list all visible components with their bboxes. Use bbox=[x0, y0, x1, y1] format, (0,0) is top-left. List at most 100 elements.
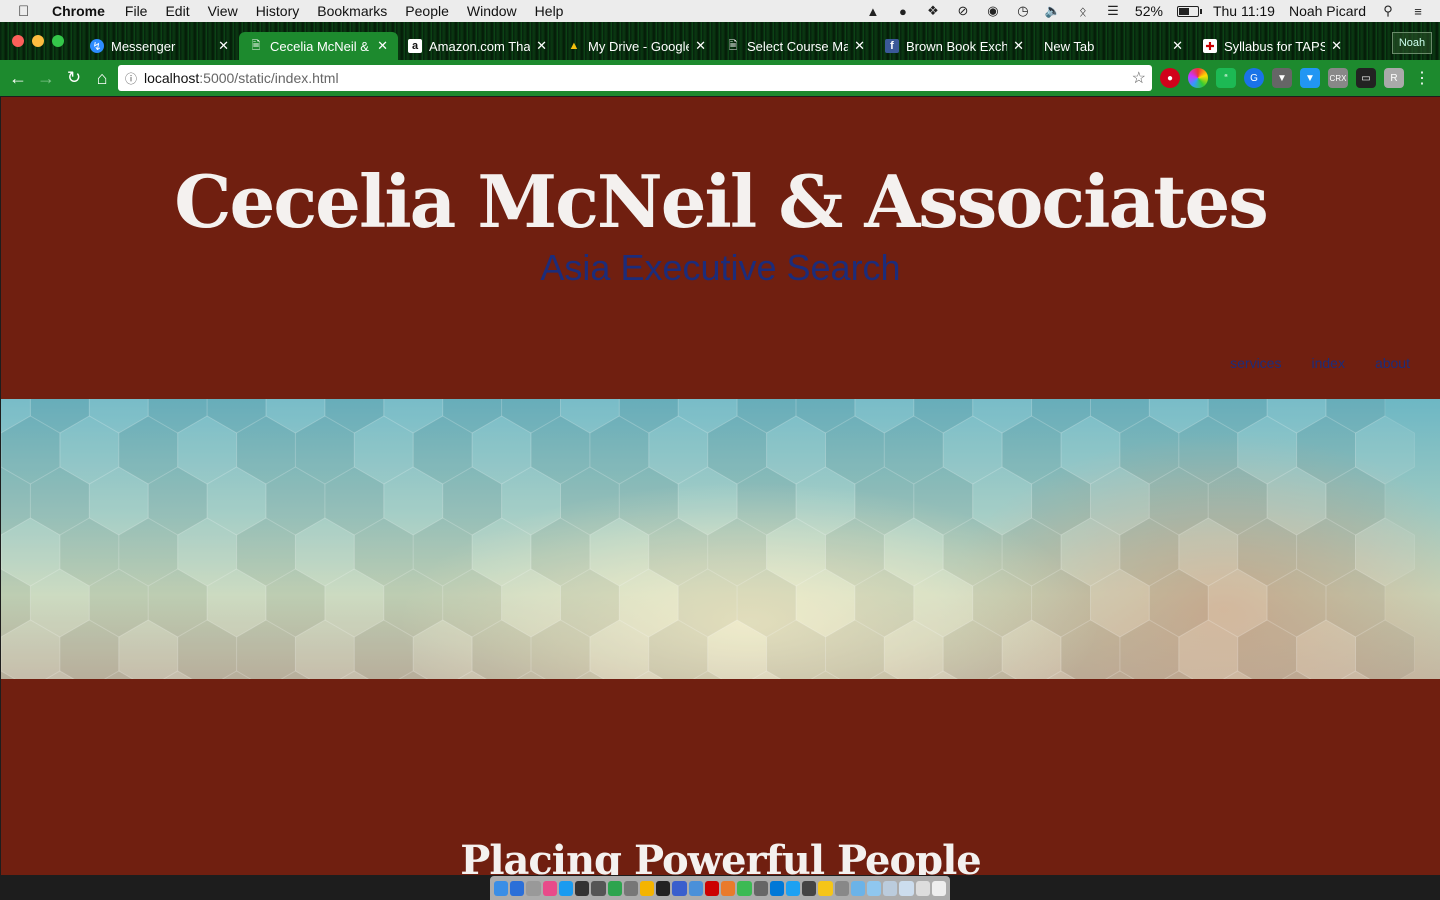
user-name[interactable]: Noah Picard bbox=[1289, 3, 1366, 19]
tab-title: New Tab bbox=[1044, 38, 1095, 54]
dock-app-icon[interactable] bbox=[818, 880, 833, 896]
dock-app-icon[interactable] bbox=[785, 880, 801, 896]
bluetooth-icon[interactable]: ᛟ bbox=[1075, 3, 1091, 19]
dock-app-icon[interactable] bbox=[672, 880, 687, 896]
dock-app-icon[interactable] bbox=[769, 880, 784, 896]
dock-app-icon[interactable] bbox=[883, 880, 898, 896]
home-icon[interactable]: ⌂ bbox=[88, 64, 116, 92]
dock-app-icon[interactable] bbox=[575, 880, 590, 896]
menu-file[interactable]: File bbox=[125, 3, 148, 19]
close-tab-icon[interactable]: ✕ bbox=[1172, 38, 1183, 54]
tab-cecelia-mcneil[interactable]: 🗎 Cecelia McNeil & A ✕ bbox=[239, 32, 398, 60]
battery-icon[interactable] bbox=[1176, 5, 1202, 17]
color-picker-extension-icon[interactable] bbox=[1188, 68, 1208, 88]
dock-app-icon[interactable] bbox=[688, 880, 703, 896]
tab-title: Cecelia McNeil & A bbox=[270, 38, 372, 54]
wifi-icon[interactable]: ☰ bbox=[1105, 3, 1121, 19]
dock-app-icon[interactable] bbox=[834, 880, 849, 896]
quote-extension-icon[interactable]: “ bbox=[1216, 68, 1236, 88]
dock-app-icon[interactable] bbox=[510, 880, 525, 896]
crx-extension-icon[interactable]: CRX bbox=[1328, 68, 1348, 88]
close-tab-icon[interactable]: ✕ bbox=[536, 38, 547, 54]
dock-app-icon[interactable] bbox=[623, 880, 638, 896]
nav-link-index[interactable]: index bbox=[1311, 355, 1344, 371]
dock-app-icon[interactable] bbox=[494, 880, 509, 896]
grammarly-extension-icon[interactable]: G bbox=[1244, 68, 1264, 88]
r-extension-icon[interactable]: R bbox=[1384, 68, 1404, 88]
amazon-icon: a bbox=[408, 39, 422, 53]
app-menu-chrome[interactable]: Chrome bbox=[52, 3, 105, 19]
tab-brown-book-exchange[interactable]: f Brown Book Excha ✕ bbox=[875, 32, 1034, 60]
menu-bookmarks[interactable]: Bookmarks bbox=[317, 3, 387, 19]
dock-app-icon[interactable] bbox=[931, 880, 947, 896]
volume-icon[interactable]: 🔈 bbox=[1045, 3, 1061, 19]
site-title: Cecelia McNeil & Associates bbox=[174, 159, 1269, 244]
dock-app-icon[interactable] bbox=[737, 880, 752, 896]
reload-icon[interactable]: ↻ bbox=[60, 64, 88, 92]
dock-app-icon[interactable] bbox=[607, 880, 622, 896]
nav-link-services[interactable]: services bbox=[1230, 355, 1281, 371]
dock-app-icon[interactable] bbox=[639, 880, 655, 896]
dock-app-icon[interactable] bbox=[526, 880, 541, 896]
bookmark-star-icon[interactable]: ☆ bbox=[1132, 68, 1146, 88]
dock-app-icon[interactable] bbox=[802, 880, 817, 896]
dock-app-icon[interactable] bbox=[558, 880, 574, 896]
tab-amazon[interactable]: a Amazon.com Thank ✕ bbox=[398, 32, 557, 60]
tagline: Placing Powerful People bbox=[460, 837, 982, 875]
dropbox-tray-icon[interactable]: ❖ bbox=[925, 3, 941, 19]
dock-app-icon[interactable] bbox=[721, 880, 736, 896]
clock[interactable]: Thu 11:19 bbox=[1213, 3, 1275, 19]
close-tab-icon[interactable]: ✕ bbox=[377, 38, 388, 54]
dock-app-icon[interactable] bbox=[850, 880, 866, 896]
close-tab-icon[interactable]: ✕ bbox=[695, 38, 706, 54]
tab-select-course[interactable]: 🗎 Select Course Mat ✕ bbox=[716, 32, 875, 60]
close-tab-icon[interactable]: ✕ bbox=[1013, 38, 1024, 54]
dock-app-icon[interactable] bbox=[656, 880, 671, 896]
do-not-disturb-icon[interactable]: ⊘ bbox=[955, 3, 971, 19]
battery-percent: 52% bbox=[1134, 3, 1163, 19]
dock-app-icon[interactable] bbox=[915, 880, 930, 896]
close-tab-icon[interactable]: ✕ bbox=[1331, 38, 1342, 54]
notification-center-icon[interactable]: ≡ bbox=[1410, 3, 1426, 19]
site-info-icon[interactable]: ⓘ bbox=[118, 70, 144, 87]
close-tab-icon[interactable]: ✕ bbox=[854, 38, 865, 54]
terminal-extension-icon[interactable]: ▭ bbox=[1356, 68, 1376, 88]
close-tab-icon[interactable]: ✕ bbox=[218, 38, 229, 54]
apple-menu-icon[interactable]:  bbox=[18, 3, 38, 20]
adblock-extension-icon[interactable]: ● bbox=[1160, 68, 1180, 88]
dock-app-icon[interactable] bbox=[867, 880, 882, 896]
menu-help[interactable]: Help bbox=[535, 3, 564, 19]
hexagon-banner-image bbox=[1, 399, 1440, 679]
macos-dock bbox=[490, 876, 950, 900]
tab-google-drive[interactable]: ▲ My Drive - Google ✕ bbox=[557, 32, 716, 60]
minimize-window-button[interactable] bbox=[32, 35, 44, 47]
menu-view[interactable]: View bbox=[208, 3, 238, 19]
tab-new-tab[interactable]: New Tab ✕ bbox=[1034, 32, 1193, 60]
vpn-extension-icon[interactable]: ▼ bbox=[1300, 68, 1320, 88]
profile-button[interactable]: Noah bbox=[1392, 32, 1432, 54]
chrome-menu-icon[interactable]: ⋮ bbox=[1412, 68, 1432, 88]
menu-edit[interactable]: Edit bbox=[165, 3, 189, 19]
dock-app-icon[interactable] bbox=[591, 880, 606, 896]
forward-button[interactable]: → bbox=[32, 64, 60, 92]
back-button[interactable]: ← bbox=[4, 64, 32, 92]
creative-cloud-tray-icon[interactable]: ● bbox=[895, 3, 911, 19]
menu-window[interactable]: Window bbox=[467, 3, 517, 19]
spotlight-search-icon[interactable]: ⚲ bbox=[1380, 3, 1396, 19]
address-bar[interactable]: ⓘ localhost:5000/static/index.html ☆ bbox=[118, 65, 1152, 91]
zoom-window-button[interactable] bbox=[52, 35, 64, 47]
dock-app-icon[interactable] bbox=[542, 880, 557, 896]
time-machine-icon[interactable]: ◷ bbox=[1015, 3, 1031, 19]
lastpass-tray-icon[interactable]: ◉ bbox=[985, 3, 1001, 19]
nav-link-about[interactable]: about bbox=[1375, 355, 1410, 371]
pocket-extension-icon[interactable]: ▼ bbox=[1272, 68, 1292, 88]
dock-app-icon[interactable] bbox=[899, 880, 914, 896]
close-window-button[interactable] bbox=[12, 35, 24, 47]
drive-tray-icon[interactable]: ▲ bbox=[865, 3, 881, 19]
tab-syllabus[interactable]: ✚ Syllabus for TAPS ✕ bbox=[1193, 32, 1352, 60]
menu-history[interactable]: History bbox=[256, 3, 300, 19]
dock-app-icon[interactable] bbox=[704, 880, 720, 896]
dock-app-icon[interactable] bbox=[753, 880, 768, 896]
tab-messenger[interactable]: ↯ Messenger ✕ bbox=[80, 32, 239, 60]
menu-people[interactable]: People bbox=[405, 3, 449, 19]
